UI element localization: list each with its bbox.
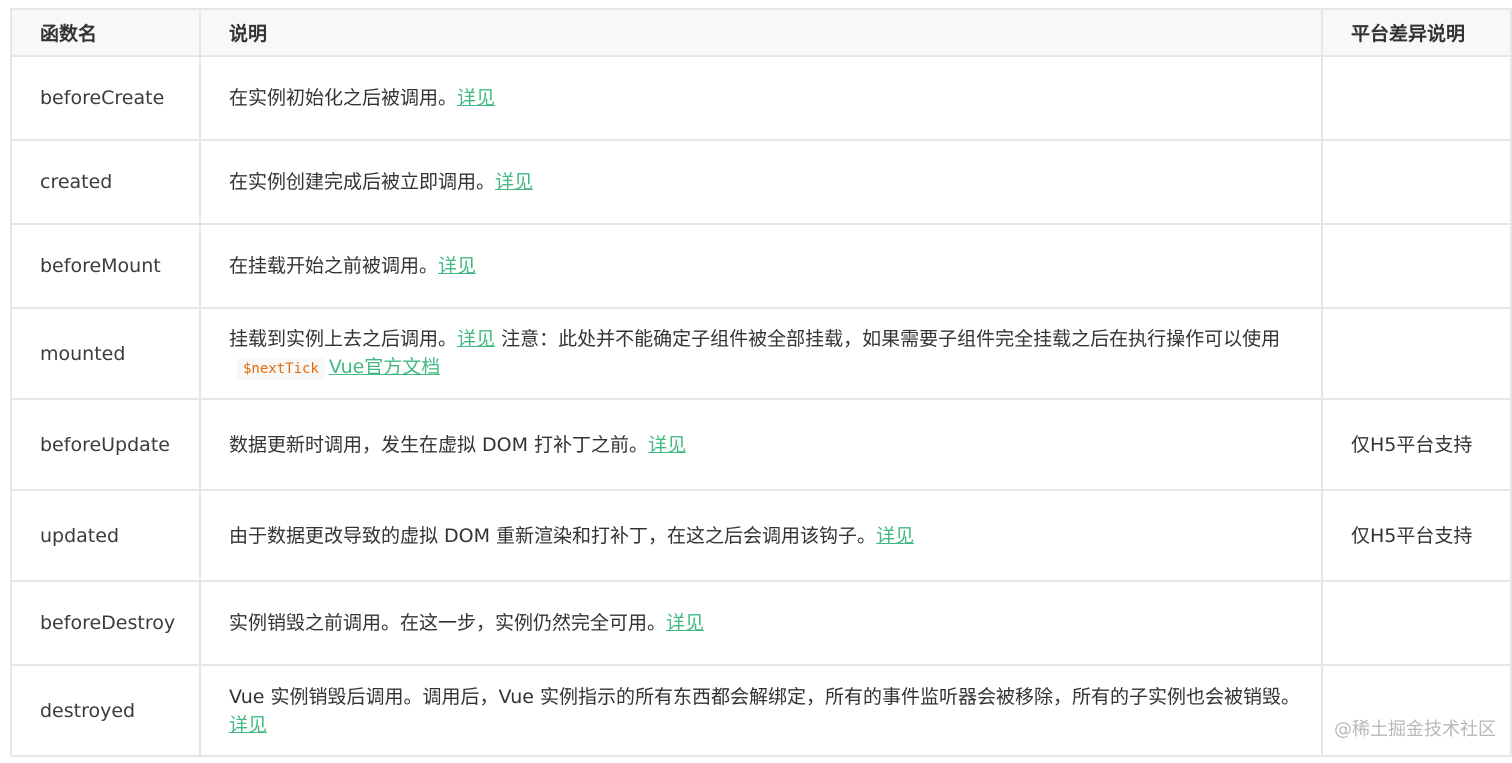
description-cell: 挂载到实例上去之后调用。详见 注意：此处并不能确定子组件被全部挂载，如果需要子组… xyxy=(199,307,1323,400)
platform-diff xyxy=(1321,139,1512,225)
platform-diff xyxy=(1321,580,1512,666)
table-header-row: 函数名 说明 平台差异说明 xyxy=(10,8,1512,57)
details-link[interactable]: 详见 xyxy=(438,255,476,277)
details-link[interactable]: 详见 xyxy=(457,87,495,109)
description-text: 数据更新时调用，发生在虚拟 DOM 打补丁之前。 xyxy=(229,433,649,456)
description-text: 由于数据更改导致的虚拟 DOM 重新渲染和打补丁，在这之后会调用该钩子。 xyxy=(229,524,877,547)
platform-diff xyxy=(1321,664,1512,757)
details-link[interactable]: 详见 xyxy=(648,434,686,456)
function-name: updated xyxy=(10,489,201,582)
description-text: Vue 实例销毁后调用。调用后，Vue 实例指示的所有东西都会解绑定，所有的事件… xyxy=(229,685,1300,708)
description-cell: 在实例初始化之后被调用。详见 xyxy=(199,55,1323,141)
table-row: beforeUpdate 数据更新时调用，发生在虚拟 DOM 打补丁之前。详见 … xyxy=(10,398,1512,491)
function-name: created xyxy=(10,139,201,225)
description-text: 在挂载开始之前被调用。 xyxy=(229,255,439,277)
platform-diff xyxy=(1321,307,1512,400)
description-text: 实例销毁之前调用。在这一步，实例仍然完全可用。 xyxy=(229,612,667,634)
platform-diff xyxy=(1321,55,1512,141)
description-cell: 实例销毁之前调用。在这一步，实例仍然完全可用。详见 xyxy=(199,580,1323,666)
description-text: 在实例创建完成后被立即调用。 xyxy=(229,171,496,193)
table-row: destroyed Vue 实例销毁后调用。调用后，Vue 实例指示的所有东西都… xyxy=(10,664,1512,757)
vue-docs-link[interactable]: Vue官方文档 xyxy=(329,356,440,378)
function-name: beforeUpdate xyxy=(10,398,201,491)
lifecycle-table: 函数名 说明 平台差异说明 beforeCreate 在实例初始化之后被调用。详… xyxy=(10,8,1512,757)
details-link[interactable]: 详见 xyxy=(666,612,704,634)
function-name: destroyed xyxy=(10,664,201,757)
platform-diff: 仅H5平台支持 xyxy=(1321,489,1512,582)
description-cell: 数据更新时调用，发生在虚拟 DOM 打补丁之前。详见 xyxy=(199,398,1323,491)
details-link[interactable]: 详见 xyxy=(495,171,533,193)
watermark: @稀土掘金技术社区 xyxy=(1334,719,1496,740)
nexttick-code: $nextTick xyxy=(237,357,325,380)
description-cell: 由于数据更改导致的虚拟 DOM 重新渲染和打补丁，在这之后会调用该钩子。详见 xyxy=(199,489,1323,582)
function-name: beforeMount xyxy=(10,223,201,309)
details-link[interactable]: 详见 xyxy=(229,714,267,736)
description-cell: 在挂载开始之前被调用。详见 xyxy=(199,223,1323,309)
details-link[interactable]: 详见 xyxy=(876,525,914,547)
table-row: beforeDestroy 实例销毁之前调用。在这一步，实例仍然完全可用。详见 xyxy=(10,580,1512,666)
header-function-name: 函数名 xyxy=(10,8,201,57)
table-row: mounted 挂载到实例上去之后调用。详见 注意：此处并不能确定子组件被全部挂… xyxy=(10,307,1512,400)
function-name: beforeDestroy xyxy=(10,580,201,666)
details-link[interactable]: 详见 xyxy=(457,328,495,350)
description-text: 在实例初始化之后被调用。 xyxy=(229,87,458,109)
description-cell: Vue 实例销毁后调用。调用后，Vue 实例指示的所有东西都会解绑定，所有的事件… xyxy=(199,664,1323,757)
function-name: beforeCreate xyxy=(10,55,201,141)
platform-diff: 仅H5平台支持 xyxy=(1321,398,1512,491)
description-cell: 在实例创建完成后被立即调用。详见 xyxy=(199,139,1323,225)
header-platform-diff: 平台差异说明 xyxy=(1321,8,1512,57)
description-text: 挂载到实例上去之后调用。 xyxy=(229,327,458,350)
function-name: mounted xyxy=(10,307,201,400)
table-row: beforeMount 在挂载开始之前被调用。详见 xyxy=(10,223,1512,309)
note-text: 注意：此处并不能确定子组件被全部挂载，如果需要子组件完全挂载之后在执行操作可以使… xyxy=(495,327,1281,350)
header-description: 说明 xyxy=(199,8,1323,57)
table-row: updated 由于数据更改导致的虚拟 DOM 重新渲染和打补丁，在这之后会调用… xyxy=(10,489,1512,582)
table-row: beforeCreate 在实例初始化之后被调用。详见 xyxy=(10,55,1512,141)
table-row: created 在实例创建完成后被立即调用。详见 xyxy=(10,139,1512,225)
platform-diff xyxy=(1321,223,1512,309)
